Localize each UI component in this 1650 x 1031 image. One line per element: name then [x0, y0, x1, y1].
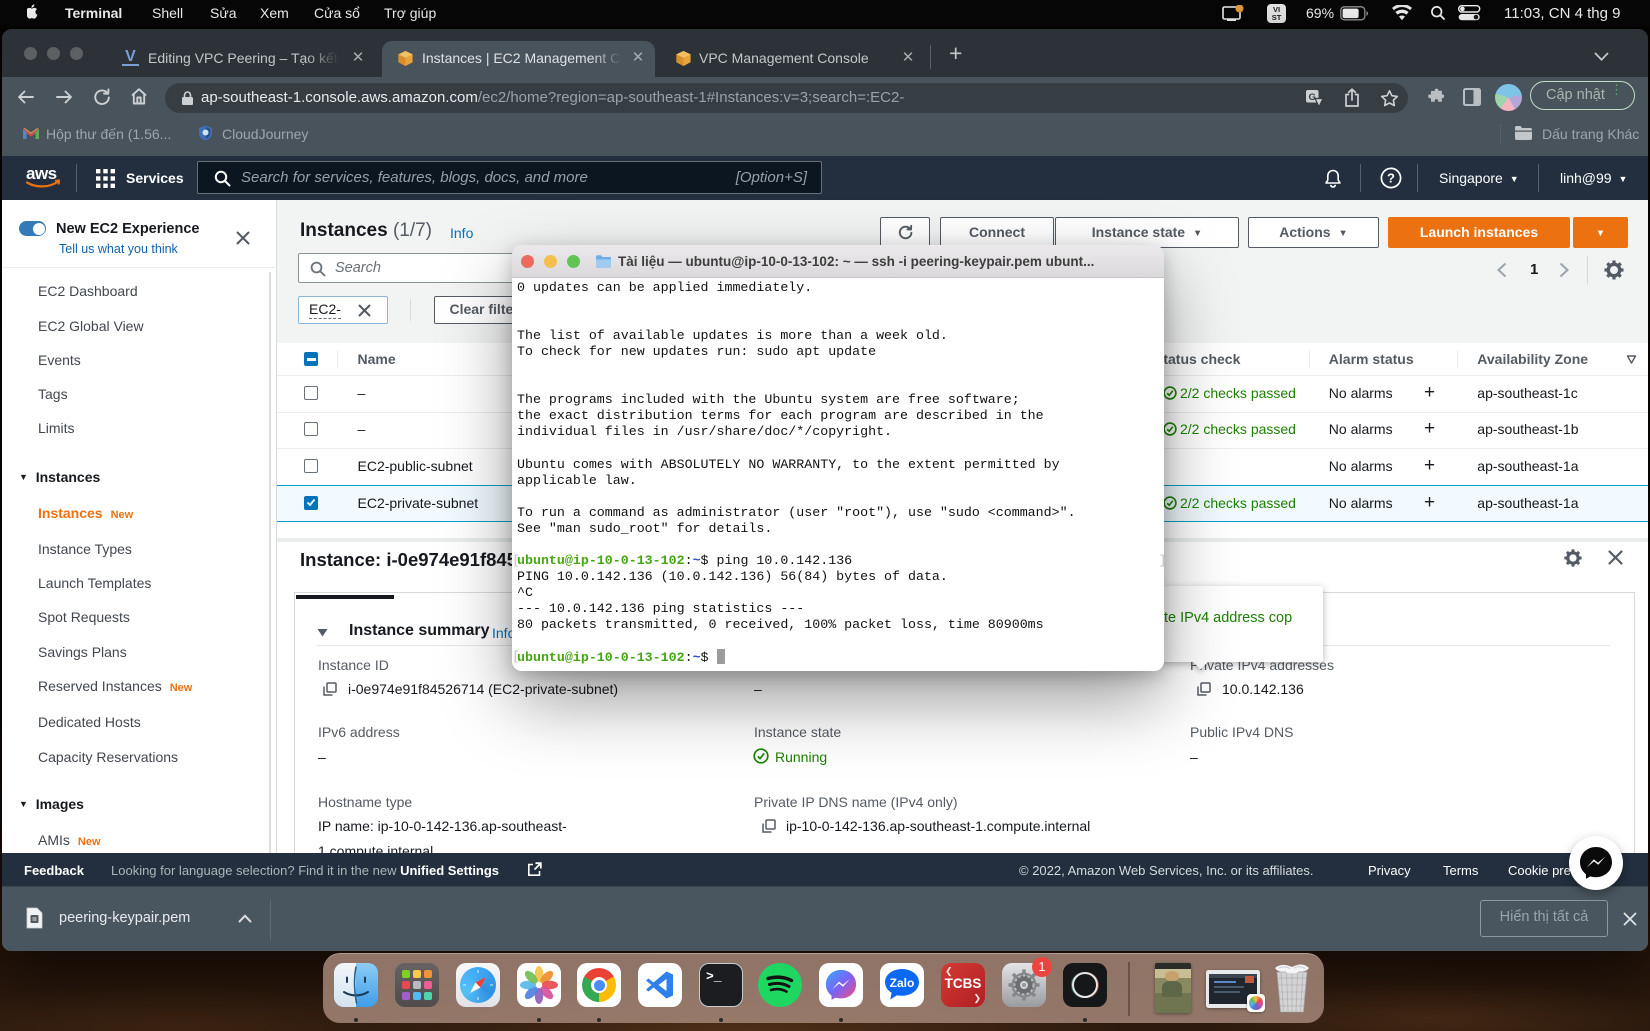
svg-text:?: ?: [1387, 171, 1395, 186]
svg-text:aws: aws: [26, 164, 57, 183]
svg-text:Zalo: Zalo: [890, 976, 915, 990]
svg-text:G: G: [1309, 92, 1316, 103]
